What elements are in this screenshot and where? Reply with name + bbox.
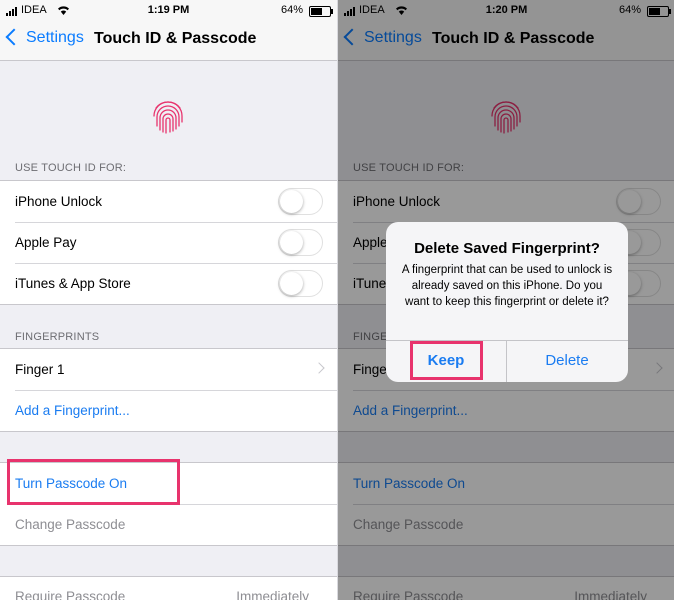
require-passcode-row: Require Passcode Immediately [0,577,337,600]
row-label: Finger 1 [15,362,65,377]
iphone-unlock-toggle[interactable] [278,188,323,215]
left-screen: IDEA 1:19 PM 64% Settings Touch ID & Pas… [0,0,337,600]
require-passcode-group: Require Passcode Immediately [0,576,337,600]
touch-id-section-header: USE TOUCH ID FOR: [15,162,127,174]
battery-icon [309,6,333,17]
finger-1-row[interactable]: Finger 1 [0,349,337,390]
row-value: Immediately [236,589,309,600]
alert-message: A fingerprint that can be used to unlock… [401,264,613,308]
row-label: Require Passcode [15,589,126,600]
row-label: iPhone Unlock [15,194,103,209]
page-title: Touch ID & Passcode [94,30,257,47]
right-screen: IDEA 1:20 PM 64% Settings Touch ID & Pas… [338,0,674,600]
itunes-toggle[interactable] [278,270,323,297]
fingerprints-group: Finger 1 Add a Fingerprint... [0,348,337,432]
row-label: Change Passcode [15,517,126,532]
fingerprint-icon [153,101,183,134]
alert-title: Delete Saved Fingerprint? [414,240,600,257]
turn-passcode-highlight [7,459,180,505]
touch-row-apple-pay: Apple Pay [0,222,337,263]
delete-button[interactable]: Delete [507,340,627,382]
chevron-right-icon [313,362,325,374]
back-label: Settings [26,29,84,46]
row-label: iTunes & App Store [15,276,131,291]
touch-row-itunes: iTunes & App Store [0,263,337,304]
battery-percent: 64% [280,4,303,16]
nav-bar: Settings Touch ID & Passcode [0,20,337,61]
add-fingerprint-row[interactable]: Add a Fingerprint... [0,390,337,431]
row-label: Apple Pay [15,235,77,250]
chevron-left-icon [5,28,23,46]
keep-highlight [410,341,483,380]
change-passcode-row: Change Passcode [0,504,337,545]
touch-id-group: iPhone Unlock Apple Pay iTunes & App Sto… [0,180,337,305]
fingerprints-section-header: FINGERPRINTS [15,331,100,343]
status-bar: IDEA 1:19 PM 64% [0,0,337,20]
back-button[interactable]: Settings [5,28,84,47]
apple-pay-toggle[interactable] [278,229,323,256]
touch-row-iphone-unlock: iPhone Unlock [0,181,337,222]
row-label: Add a Fingerprint... [15,403,130,418]
